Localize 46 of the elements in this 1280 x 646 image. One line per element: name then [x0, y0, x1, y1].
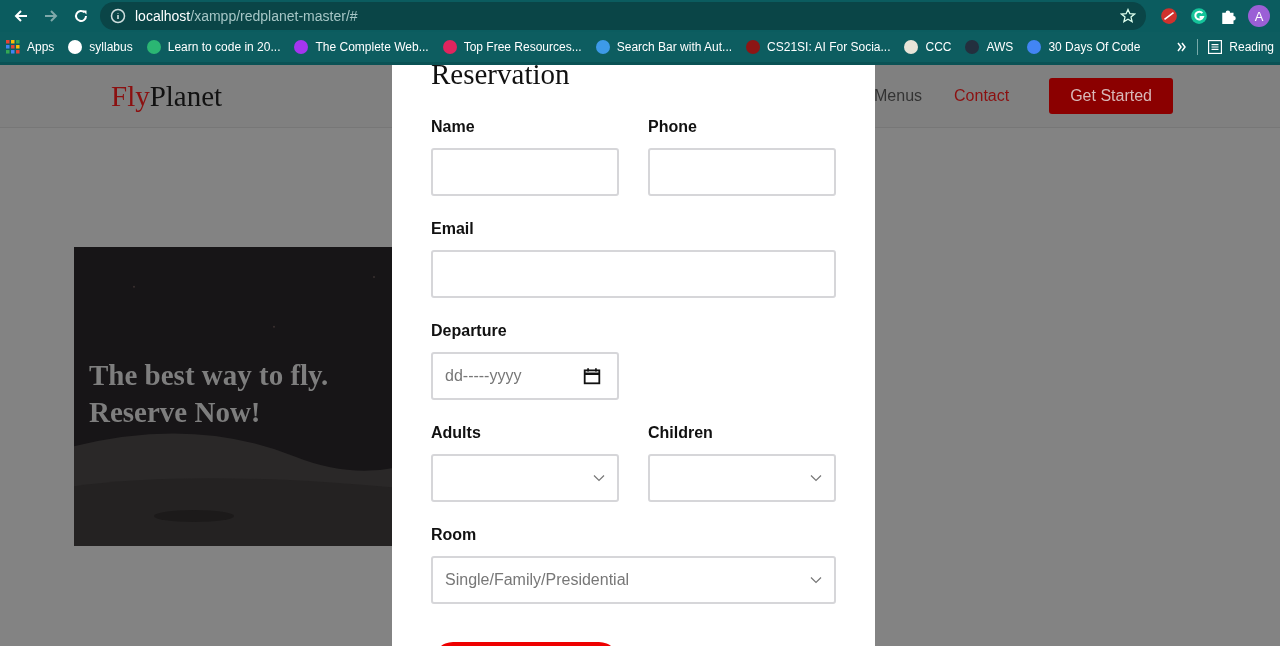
hero-heading: The best way to fly. [89, 358, 329, 393]
bookmark[interactable]: 30 Days Of Code [1027, 40, 1141, 54]
extension-icon[interactable] [1190, 7, 1208, 25]
input-field[interactable] [648, 148, 836, 196]
field-label: Departure [431, 321, 508, 341]
extension-icon[interactable] [1160, 7, 1178, 25]
bookmark[interactable]: Learn to code in 20... [146, 40, 281, 54]
back-icon[interactable] [13, 8, 29, 24]
bookmark[interactable]: AWS [965, 40, 1014, 54]
field-label: Name [431, 117, 476, 137]
hero-heading: Reserve Now! [89, 395, 262, 430]
apps-grid-icon [6, 40, 20, 54]
forward-icon[interactable] [43, 8, 59, 24]
caret-icon [810, 474, 822, 482]
field-label: Phone [648, 117, 698, 137]
star-icon[interactable] [1120, 8, 1136, 24]
field-label: Email [431, 219, 475, 239]
field-label: Adults [431, 423, 482, 443]
list-icon [1208, 40, 1223, 54]
calendar-icon[interactable] [583, 367, 601, 385]
select-field[interactable] [648, 454, 836, 502]
date-field[interactable]: dd-----yyyy [431, 352, 619, 400]
select-field[interactable] [431, 454, 619, 502]
field-label: Room [431, 525, 478, 545]
reading-list[interactable]: Reading [1208, 40, 1274, 54]
bookmark[interactable]: CCC [904, 40, 952, 54]
select-field[interactable]: Single/Family/Presidential [431, 556, 836, 604]
input-field[interactable] [431, 250, 836, 298]
caret-icon [593, 474, 605, 482]
more-bookmarks-icon[interactable] [1177, 42, 1188, 52]
reload-icon[interactable] [73, 8, 89, 24]
bookmark[interactable]: CS21SI: AI For Socia... [746, 40, 891, 54]
bookmark[interactable]: The Complete Web... [294, 40, 429, 54]
bookmark[interactable]: syllabus [68, 40, 133, 54]
field-label: Children [648, 423, 714, 443]
bookmark[interactable]: Top Free Resources... [442, 40, 582, 54]
get-started-button[interactable]: Get Started [1049, 78, 1173, 114]
profile-avatar[interactable]: A [1248, 5, 1270, 27]
bookmark[interactable]: Search Bar with Aut... [595, 40, 733, 54]
logo[interactable]: FlyPlanet [111, 79, 223, 113]
bookmark[interactable]: Apps [6, 40, 55, 54]
dialog-title: Reservation [431, 65, 571, 91]
address-bar[interactable]: localhost/xampp/redplanet-master/# [100, 2, 1146, 30]
caret-icon [810, 576, 822, 584]
input-field[interactable] [431, 148, 619, 196]
info-icon[interactable] [110, 8, 126, 24]
